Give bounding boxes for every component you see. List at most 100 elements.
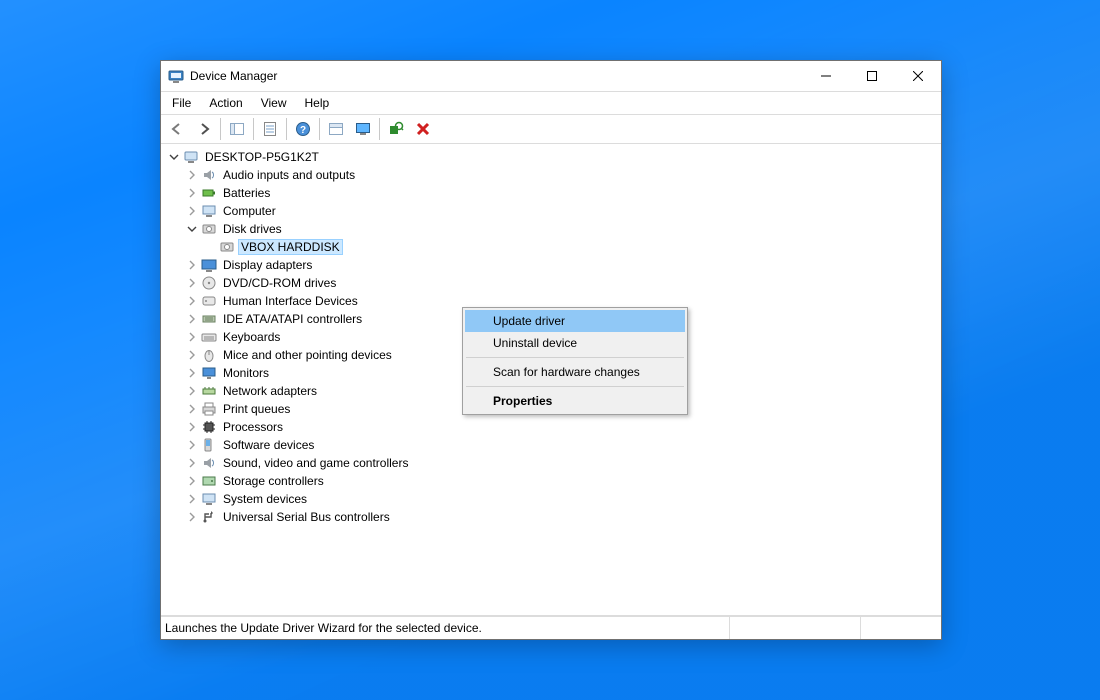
scan-hardware-button[interactable] bbox=[383, 116, 409, 142]
collapse-icon[interactable] bbox=[167, 150, 181, 164]
window-title: Device Manager bbox=[190, 69, 803, 83]
expand-icon[interactable] bbox=[185, 438, 199, 452]
tree-item-label: System devices bbox=[221, 492, 309, 506]
expand-icon[interactable] bbox=[185, 258, 199, 272]
toolbar-separator bbox=[379, 118, 380, 140]
tree-item-label: Software devices bbox=[221, 438, 316, 452]
expand-icon[interactable] bbox=[185, 204, 199, 218]
tree-item-label: Batteries bbox=[221, 186, 272, 200]
expand-icon[interactable] bbox=[185, 276, 199, 290]
context-menu: Update driver Uninstall device Scan for … bbox=[462, 307, 688, 415]
maximize-button[interactable] bbox=[849, 61, 895, 91]
back-button[interactable] bbox=[164, 116, 190, 142]
tree-category-usb[interactable]: Universal Serial Bus controllers bbox=[167, 508, 941, 526]
expand-icon[interactable] bbox=[185, 348, 199, 362]
expand-icon[interactable] bbox=[185, 330, 199, 344]
ctx-scan-hardware[interactable]: Scan for hardware changes bbox=[465, 361, 685, 383]
properties-button[interactable] bbox=[257, 116, 283, 142]
tree-item-label: Print queues bbox=[221, 402, 292, 416]
software-icon bbox=[201, 437, 217, 453]
tree-category-battery[interactable]: Batteries bbox=[167, 184, 941, 202]
tree-item-label: DVD/CD-ROM drives bbox=[221, 276, 338, 290]
tree-item-label: Disk drives bbox=[221, 222, 284, 236]
ctx-properties[interactable]: Properties bbox=[465, 390, 685, 412]
speaker-icon bbox=[201, 167, 217, 183]
statusbar: Launches the Update Driver Wizard for th… bbox=[161, 616, 941, 639]
keyboard-icon bbox=[201, 329, 217, 345]
tree-category-disk[interactable]: Disk drives bbox=[167, 220, 941, 238]
tree-category-cpu[interactable]: Processors bbox=[167, 418, 941, 436]
toolbar-separator bbox=[286, 118, 287, 140]
tree-item-label: Mice and other pointing devices bbox=[221, 348, 394, 362]
tree-item-label: Human Interface Devices bbox=[221, 294, 360, 308]
show-hide-tree-button[interactable] bbox=[224, 116, 250, 142]
titlebar: Device Manager bbox=[161, 61, 941, 92]
expand-icon[interactable] bbox=[185, 168, 199, 182]
window-buttons bbox=[803, 61, 941, 91]
expand-icon[interactable] bbox=[185, 510, 199, 524]
tree-item-label: IDE ATA/ATAPI controllers bbox=[221, 312, 364, 326]
forward-button[interactable] bbox=[191, 116, 217, 142]
collapse-icon[interactable] bbox=[185, 222, 199, 236]
usb-icon bbox=[201, 509, 217, 525]
ctx-separator bbox=[466, 386, 684, 387]
root-icon bbox=[183, 149, 199, 165]
toolbar-separator bbox=[220, 118, 221, 140]
dvd-icon bbox=[201, 275, 217, 291]
expand-icon[interactable] bbox=[185, 402, 199, 416]
uninstall-device-button[interactable] bbox=[410, 116, 436, 142]
menubar: File Action View Help bbox=[161, 92, 941, 115]
tree-item-label: Audio inputs and outputs bbox=[221, 168, 357, 182]
toolbar-separator bbox=[319, 118, 320, 140]
tree-root[interactable]: DESKTOP-P5G1K2T bbox=[167, 148, 941, 166]
expand-icon[interactable] bbox=[185, 294, 199, 308]
update-driver-tool-button[interactable] bbox=[323, 116, 349, 142]
expand-icon[interactable] bbox=[185, 492, 199, 506]
tree-category-software[interactable]: Software devices bbox=[167, 436, 941, 454]
tree-item-label: VBOX HARDDISK bbox=[239, 240, 342, 254]
disk-icon bbox=[201, 221, 217, 237]
help-button[interactable]: ? bbox=[290, 116, 316, 142]
storage-icon bbox=[201, 473, 217, 489]
tree-category-storage[interactable]: Storage controllers bbox=[167, 472, 941, 490]
expand-icon[interactable] bbox=[185, 456, 199, 470]
tree-category-dvd[interactable]: DVD/CD-ROM drives bbox=[167, 274, 941, 292]
expand-icon[interactable] bbox=[185, 420, 199, 434]
tree-item-label: Processors bbox=[221, 420, 285, 434]
close-button[interactable] bbox=[895, 61, 941, 91]
tree-category-speaker[interactable]: Audio inputs and outputs bbox=[167, 166, 941, 184]
tree-category-system[interactable]: System devices bbox=[167, 490, 941, 508]
sound-icon bbox=[201, 455, 217, 471]
menu-file[interactable]: File bbox=[163, 95, 200, 111]
tree-item-label: DESKTOP-P5G1K2T bbox=[203, 150, 321, 164]
monitor-tool-button[interactable] bbox=[350, 116, 376, 142]
display-icon bbox=[201, 257, 217, 273]
tree-category-computer[interactable]: Computer bbox=[167, 202, 941, 220]
menu-action[interactable]: Action bbox=[200, 95, 251, 111]
svg-text:?: ? bbox=[300, 125, 306, 136]
expand-icon[interactable] bbox=[185, 384, 199, 398]
toolbar-separator bbox=[253, 118, 254, 140]
expand-icon[interactable] bbox=[185, 366, 199, 380]
ctx-uninstall-device[interactable]: Uninstall device bbox=[465, 332, 685, 354]
expand-icon[interactable] bbox=[185, 186, 199, 200]
ide-icon bbox=[201, 311, 217, 327]
system-icon bbox=[201, 491, 217, 507]
menu-help[interactable]: Help bbox=[296, 95, 339, 111]
printer-icon bbox=[201, 401, 217, 417]
expand-icon[interactable] bbox=[185, 312, 199, 326]
cpu-icon bbox=[201, 419, 217, 435]
ctx-separator bbox=[466, 357, 684, 358]
tree-category-display[interactable]: Display adapters bbox=[167, 256, 941, 274]
statusbar-cell bbox=[860, 617, 941, 639]
tree-item-label: Network adapters bbox=[221, 384, 319, 398]
expand-icon[interactable] bbox=[185, 474, 199, 488]
menu-view[interactable]: View bbox=[252, 95, 296, 111]
disk-icon bbox=[219, 239, 235, 255]
tree-category-sound[interactable]: Sound, video and game controllers bbox=[167, 454, 941, 472]
tree-device[interactable]: VBOX HARDDISK bbox=[167, 238, 941, 256]
tree-item-label: Monitors bbox=[221, 366, 271, 380]
tree-item-label: Computer bbox=[221, 204, 278, 218]
ctx-update-driver[interactable]: Update driver bbox=[465, 310, 685, 332]
minimize-button[interactable] bbox=[803, 61, 849, 91]
